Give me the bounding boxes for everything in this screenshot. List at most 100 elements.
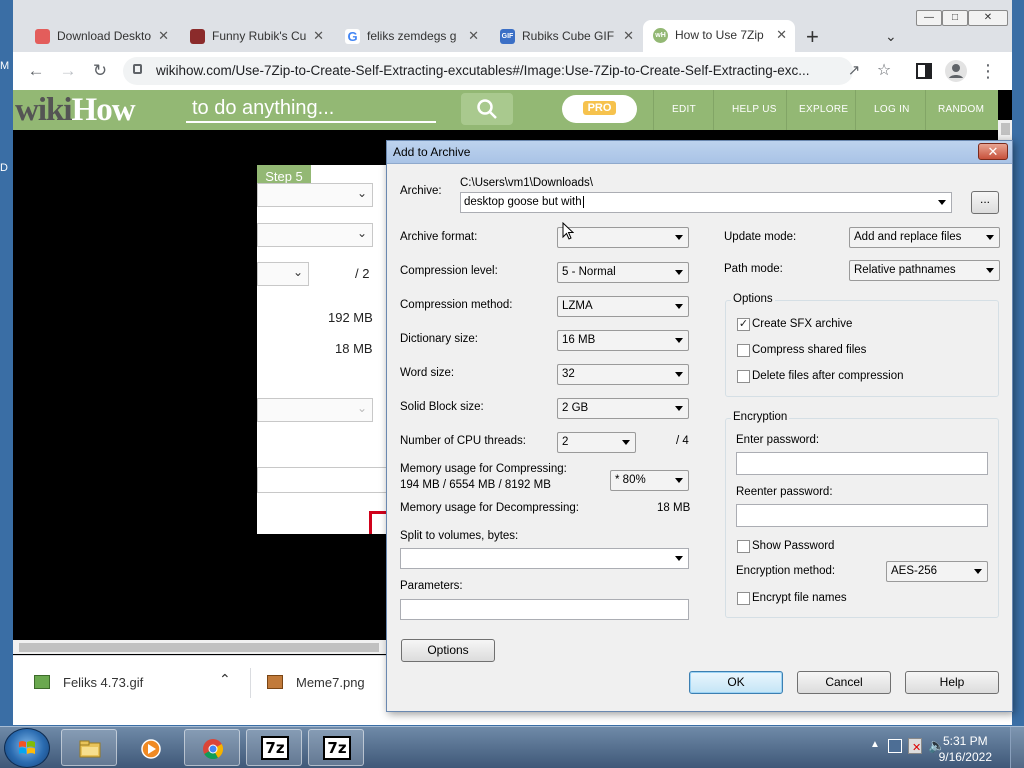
wikihow-search-input[interactable]: to do anything... xyxy=(186,95,436,123)
start-button[interactable] xyxy=(4,728,50,768)
close-tab-icon[interactable]: ✕ xyxy=(313,22,324,50)
archive-path: C:\Users\vm1\Downloads\ xyxy=(460,177,593,189)
network-icon[interactable] xyxy=(888,739,902,753)
close-tab-icon[interactable]: ✕ xyxy=(468,22,479,50)
nav-log-in[interactable]: LOG IN xyxy=(874,104,910,115)
chrome-icon xyxy=(203,739,224,760)
bookmark-star-icon[interactable]: ☆ xyxy=(873,60,895,82)
forward-icon[interactable]: → xyxy=(57,60,79,82)
maximize-button[interactable]: □ xyxy=(942,10,968,26)
side-panel-icon[interactable] xyxy=(913,60,935,82)
close-tab-icon[interactable]: ✕ xyxy=(623,22,634,50)
clock-time: 5:31 PM xyxy=(942,734,988,748)
nav-random[interactable]: RANDOM xyxy=(938,104,984,115)
show-password-checkbox[interactable] xyxy=(737,540,750,553)
close-icon[interactable]: ✕ xyxy=(978,143,1008,160)
compress-shared-label[interactable]: Compress shared files xyxy=(752,344,866,356)
chevron-down-icon xyxy=(675,270,683,275)
browse-button[interactable]: ... xyxy=(971,191,999,214)
encrypt-names-label[interactable]: Encrypt file names xyxy=(752,592,847,604)
enter-password-input[interactable] xyxy=(736,452,988,475)
tab-how-to-use-7zip[interactable]: wH How to Use 7Zip ✕ xyxy=(643,20,795,52)
reenter-password-label: Reenter password: xyxy=(736,486,833,498)
nav-edit[interactable]: EDIT xyxy=(672,104,696,115)
word-size-select[interactable]: 32 xyxy=(557,364,689,385)
chevron-down-icon xyxy=(675,235,683,240)
encryption-group-title: Encryption xyxy=(731,411,790,423)
compression-level-select[interactable]: 5 - Normal xyxy=(557,262,689,283)
tab-funny-rubiks[interactable]: Funny Rubik's Cu ✕ xyxy=(180,22,332,50)
solid-block-size-select[interactable]: 2 GB xyxy=(557,398,689,419)
nav-explore[interactable]: EXPLORE xyxy=(799,104,848,115)
archive-name-value[interactable]: desktop goose but with xyxy=(464,196,582,208)
tab-rubiks-gif[interactable]: GIF Rubiks Cube GIF ✕ xyxy=(490,22,642,50)
cpu-threads-select[interactable]: 2 xyxy=(557,432,636,453)
create-sfx-checkbox[interactable]: ✓ xyxy=(737,318,750,331)
dictionary-size-select[interactable]: 16 MB xyxy=(557,330,689,351)
close-tab-icon[interactable]: ✕ xyxy=(776,20,787,50)
taskbar-media-player[interactable] xyxy=(122,729,178,766)
archive-name-combo[interactable]: desktop goose but with xyxy=(460,192,952,213)
pro-button[interactable]: PRO xyxy=(562,95,637,123)
parameters-input[interactable] xyxy=(400,599,689,620)
download-item[interactable]: Feliks 4.73.gif ⌃ xyxy=(13,656,250,725)
chrome-menu-icon[interactable]: ⋮ xyxy=(977,60,999,82)
memory-usage-select[interactable]: * 80% xyxy=(610,470,689,491)
url-text[interactable]: wikihow.com/Use-7Zip-to-Create-Self-Extr… xyxy=(156,63,836,78)
word-size-label: Word size: xyxy=(400,367,455,379)
create-sfx-label[interactable]: Create SFX archive xyxy=(752,318,852,330)
help-button[interactable]: Help xyxy=(905,671,999,694)
new-tab-button[interactable]: + xyxy=(806,24,819,50)
taskbar-7zip[interactable]: 7z xyxy=(246,729,302,766)
split-volumes-combo[interactable] xyxy=(400,548,689,569)
chevron-down-icon xyxy=(675,304,683,309)
show-desktop-button[interactable] xyxy=(1010,727,1024,768)
profile-avatar-icon[interactable] xyxy=(945,60,967,82)
nav-help-us[interactable]: HELP US xyxy=(732,104,777,115)
tab-search-icon[interactable]: ⌄ xyxy=(885,28,897,45)
close-tab-icon[interactable]: ✕ xyxy=(158,22,169,50)
step-image: Step 5 ⌄ ⌄ ⌄ / 2 192 MB 18 MB ⌄ xyxy=(257,165,387,534)
delete-after-checkbox[interactable] xyxy=(737,370,750,383)
address-bar[interactable]: wikihow.com/Use-7Zip-to-Create-Self-Extr… xyxy=(123,57,853,85)
lock-icon xyxy=(133,64,142,74)
archive-format-select[interactable] xyxy=(557,227,689,248)
encryption-method-select[interactable]: AES-256 xyxy=(886,561,988,582)
options-button[interactable]: Options xyxy=(401,639,495,662)
mouse-cursor-icon xyxy=(562,221,575,240)
taskbar-7zip-dialog[interactable]: 7z xyxy=(308,729,364,766)
search-icon[interactable] xyxy=(461,93,513,125)
download-site-icon xyxy=(35,29,50,44)
action-center-icon[interactable]: ✕ xyxy=(908,738,922,754)
ok-button[interactable]: OK xyxy=(689,671,783,694)
chevron-down-icon[interactable] xyxy=(938,200,946,205)
dialog-title: Add to Archive xyxy=(393,145,471,159)
share-icon[interactable]: ↗ xyxy=(843,60,865,82)
show-password-label[interactable]: Show Password xyxy=(752,540,834,552)
back-icon[interactable]: ← xyxy=(25,60,47,82)
minimize-button[interactable]: — xyxy=(916,10,942,26)
dialog-title-bar[interactable]: Add to Archive ✕ xyxy=(387,141,1012,164)
reload-icon[interactable]: ↻ xyxy=(89,60,111,82)
compression-method-select[interactable]: LZMA xyxy=(557,296,689,317)
path-mode-select[interactable]: Relative pathnames xyxy=(849,260,1000,281)
download-item[interactable]: Meme7.png xyxy=(251,656,387,725)
tab-download-desktop[interactable]: Download Deskto ✕ xyxy=(25,22,177,50)
compress-shared-checkbox[interactable] xyxy=(737,344,750,357)
wikihow-logo[interactable]: wikiHow xyxy=(15,92,136,129)
reenter-password-input[interactable] xyxy=(736,504,988,527)
image-file-icon xyxy=(34,675,50,689)
wikihow-icon: wH xyxy=(653,28,668,43)
encrypt-names-checkbox[interactable] xyxy=(737,592,750,605)
clock[interactable]: 5:31 PM 9/16/2022 xyxy=(939,733,992,765)
taskbar-explorer[interactable] xyxy=(61,729,117,766)
update-mode-select[interactable]: Add and replace files xyxy=(849,227,1000,248)
cancel-button[interactable]: Cancel xyxy=(797,671,891,694)
delete-after-label[interactable]: Delete files after compression xyxy=(752,370,903,382)
taskbar-chrome[interactable] xyxy=(184,729,240,766)
close-window-button[interactable]: ✕ xyxy=(968,10,1008,26)
chevron-up-icon[interactable]: ⌃ xyxy=(219,671,231,688)
tab-feliks-search[interactable]: G feliks zemdegs g ✕ xyxy=(335,22,487,50)
add-to-archive-dialog: Add to Archive ✕ Archive: C:\Users\vm1\D… xyxy=(386,140,1013,712)
show-hidden-icons[interactable]: ▲ xyxy=(870,739,880,750)
